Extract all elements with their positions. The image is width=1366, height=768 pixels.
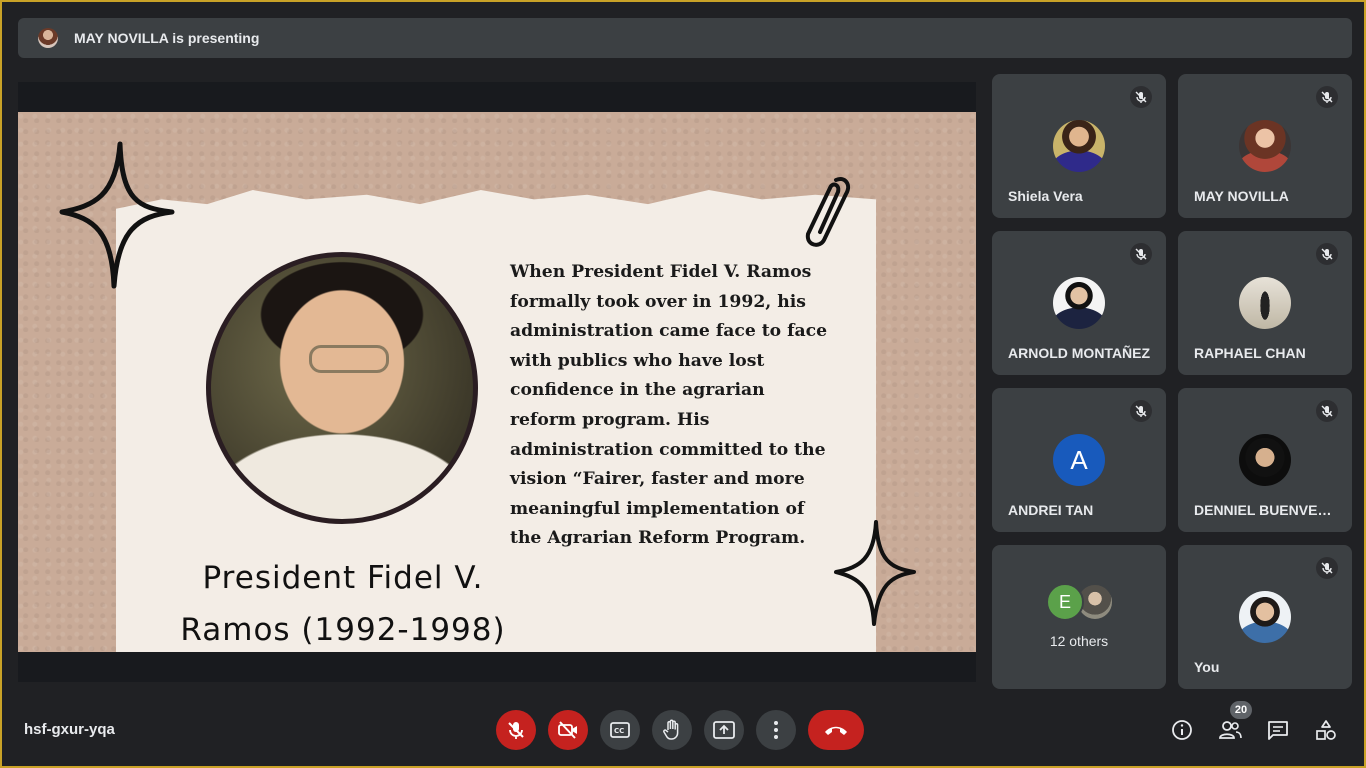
participant-avatar: E xyxy=(1046,583,1084,621)
presenting-banner: MAY NOVILLA is presenting xyxy=(18,18,1352,58)
bottom-control-bar: hsf-gxur-yqa CC 20 xyxy=(2,692,1364,766)
participant-name: ANDREI TAN xyxy=(1008,502,1094,518)
mic-off-icon xyxy=(508,722,524,739)
mic-off-icon xyxy=(1130,400,1152,422)
chat-button[interactable] xyxy=(1264,716,1292,744)
mic-off-icon xyxy=(1316,243,1338,265)
mic-toggle-button[interactable] xyxy=(496,710,536,750)
paperclip-icon xyxy=(805,177,851,247)
participant-avatar xyxy=(1053,277,1105,329)
meeting-details-button[interactable] xyxy=(1168,716,1196,744)
participant-tile[interactable]: RAPHAEL CHAN xyxy=(1178,231,1352,375)
others-tile[interactable]: E 12 others xyxy=(992,545,1166,689)
mic-off-icon xyxy=(1130,243,1152,265)
slide-title: President Fidel V. Ramos (1992-1998) xyxy=(180,560,506,648)
svg-text:CC: CC xyxy=(614,727,624,735)
participant-name: RAPHAEL CHAN xyxy=(1194,345,1306,361)
activities-button[interactable] xyxy=(1312,716,1340,744)
chat-icon xyxy=(1268,721,1288,740)
meeting-code: hsf-gxur-yqa xyxy=(24,721,115,738)
camera-off-icon xyxy=(558,721,577,739)
participant-tile[interactable]: Shiela Vera xyxy=(992,74,1166,218)
president-portrait xyxy=(206,252,478,524)
participant-avatar xyxy=(1053,120,1105,172)
hang-up-icon xyxy=(825,726,847,735)
participant-name: You xyxy=(1194,659,1220,675)
participant-tile[interactable]: MAY NOVILLA xyxy=(1178,74,1352,218)
mic-off-icon xyxy=(1316,557,1338,579)
mic-off-icon xyxy=(1316,400,1338,422)
participant-avatar xyxy=(1239,434,1291,486)
info-icon xyxy=(1172,720,1192,740)
more-options-icon xyxy=(774,721,778,739)
camera-toggle-button[interactable] xyxy=(548,710,588,750)
others-avatar-stack: E xyxy=(1046,583,1118,621)
participant-avatar: A xyxy=(1053,434,1105,486)
participant-name: MAY NOVILLA xyxy=(1194,188,1289,204)
participant-name: ARNOLD MONTAÑEZ xyxy=(1008,345,1151,361)
presentation-stage: When President Fidel V. Ramos formally t… xyxy=(18,82,976,682)
people-icon xyxy=(1219,721,1242,739)
mic-off-icon xyxy=(1316,86,1338,108)
more-options-button[interactable] xyxy=(756,710,796,750)
activities-icon xyxy=(1316,720,1336,740)
captions-icon: CC xyxy=(610,722,630,738)
present-icon xyxy=(713,721,735,739)
sparkle-decoration-icon xyxy=(59,141,175,289)
participant-avatar xyxy=(1239,277,1291,329)
participant-name: DENNIEL BUENVENIDA xyxy=(1194,502,1340,518)
participant-tile[interactable]: DENNIEL BUENVENIDA xyxy=(1178,388,1352,532)
slide-body-text: When President Fidel V. Ramos formally t… xyxy=(510,262,828,549)
participant-tile[interactable]: A ANDREI TAN xyxy=(992,388,1166,532)
participant-avatar xyxy=(1239,591,1291,643)
portrait-glasses xyxy=(309,345,389,373)
leave-call-button[interactable] xyxy=(808,710,864,750)
presenter-avatar xyxy=(38,28,58,48)
participant-name: Shiela Vera xyxy=(1008,188,1083,204)
others-count-label: 12 others xyxy=(1049,633,1109,649)
presentation-slide: When President Fidel V. Ramos formally t… xyxy=(18,112,976,652)
raise-hand-button[interactable] xyxy=(652,710,692,750)
present-button[interactable] xyxy=(704,710,744,750)
self-tile[interactable]: You xyxy=(1178,545,1352,689)
sparkle-decoration-icon xyxy=(834,520,916,626)
presenting-text: MAY NOVILLA is presenting xyxy=(74,30,260,46)
people-button[interactable] xyxy=(1216,716,1244,744)
raise-hand-icon xyxy=(663,719,679,740)
participant-tile[interactable]: ARNOLD MONTAÑEZ xyxy=(992,231,1166,375)
participant-count-badge: 20 xyxy=(1230,701,1252,719)
captions-button[interactable]: CC xyxy=(600,710,640,750)
participant-avatar xyxy=(1239,120,1291,172)
mic-off-icon xyxy=(1130,86,1152,108)
